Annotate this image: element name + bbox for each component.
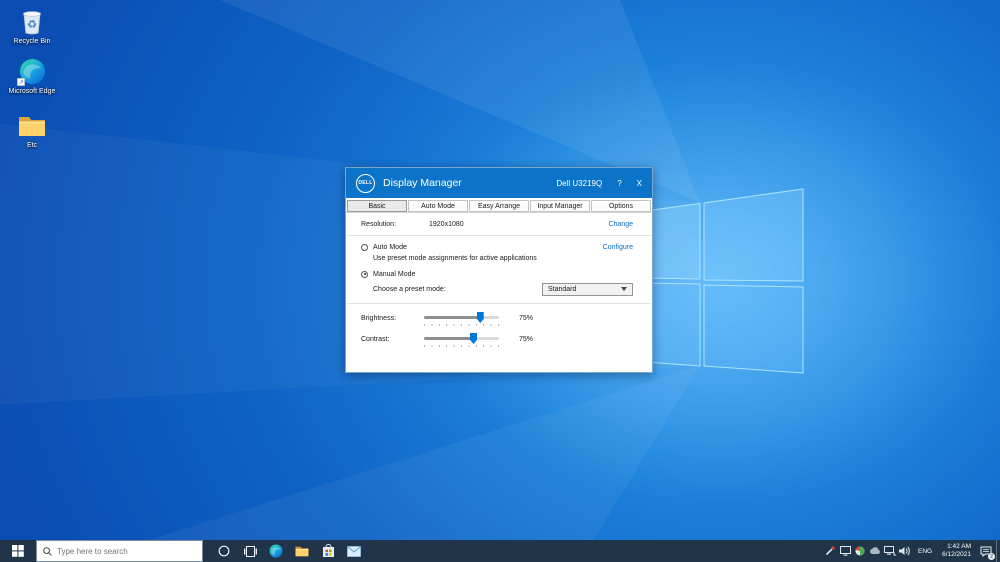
start-button[interactable] bbox=[0, 540, 36, 562]
manual-mode-label: Manual Mode bbox=[373, 271, 415, 278]
preset-row: Choose a preset mode: Standard bbox=[373, 282, 633, 296]
contrast-label: Contrast: bbox=[361, 334, 424, 355]
contrast-slider[interactable] bbox=[424, 337, 499, 355]
cortana-icon bbox=[218, 545, 230, 557]
pen-tray-button[interactable] bbox=[824, 540, 837, 562]
manual-mode-radio[interactable] bbox=[361, 271, 368, 278]
file-explorer-icon bbox=[295, 545, 309, 557]
desktop-icon-label: Etc bbox=[6, 142, 58, 150]
desktop-icon-etc-folder[interactable]: Etc bbox=[6, 110, 58, 150]
clock[interactable]: 1:42 AM 6/12/2021 bbox=[937, 543, 976, 559]
volume-icon bbox=[899, 546, 911, 556]
slider-handle[interactable] bbox=[470, 333, 477, 344]
window-titlebar[interactable]: DELL Display Manager Dell U3219Q ? X bbox=[346, 168, 652, 198]
tab-bar: Basic Auto Mode Easy Arrange Input Manag… bbox=[346, 198, 652, 213]
help-button[interactable]: ? bbox=[617, 179, 621, 188]
task-view-button[interactable] bbox=[237, 540, 263, 562]
auto-mode-description: Use preset mode assignments for active a… bbox=[373, 255, 633, 262]
svg-text:♻: ♻ bbox=[27, 19, 37, 31]
slider-ticks bbox=[424, 324, 499, 326]
manual-mode-row: Manual Mode bbox=[361, 269, 633, 279]
network-icon bbox=[884, 546, 896, 556]
network-tray-button[interactable] bbox=[884, 540, 897, 562]
window-title: Display Manager bbox=[383, 177, 462, 189]
desktop-icon-recycle-bin[interactable]: ♻ Recycle Bin bbox=[6, 6, 58, 46]
tab-basic[interactable]: Basic bbox=[347, 200, 407, 212]
taskbar-search[interactable] bbox=[36, 540, 203, 562]
edge-icon bbox=[269, 544, 283, 558]
display-tray-button[interactable] bbox=[839, 540, 852, 562]
contrast-value: 75% bbox=[519, 334, 533, 355]
preset-prompt: Choose a preset mode: bbox=[373, 286, 446, 293]
brightness-row: Brightness: 75% bbox=[361, 313, 633, 334]
slider-handle[interactable] bbox=[477, 312, 484, 323]
search-input[interactable] bbox=[57, 547, 196, 556]
recycle-bin-icon: ♻ bbox=[19, 6, 45, 36]
file-explorer-button[interactable] bbox=[289, 540, 315, 562]
desktop-icon-microsoft-edge[interactable]: ↗ Microsoft Edge bbox=[6, 56, 58, 96]
auto-mode-label: Auto Mode bbox=[373, 244, 407, 251]
tab-easy-arrange[interactable]: Easy Arrange bbox=[469, 200, 529, 212]
clock-date: 6/12/2021 bbox=[942, 551, 971, 559]
slider-section: Brightness: 75% Contrast: 75% bbox=[346, 304, 652, 355]
action-center-button[interactable]: 2 bbox=[976, 540, 996, 562]
windows-start-icon bbox=[12, 545, 24, 557]
resolution-value: 1920x1080 bbox=[429, 221, 464, 228]
preset-selected-value: Standard bbox=[548, 286, 576, 293]
taskbar: ENG 1:42 AM 6/12/2021 2 bbox=[0, 540, 1000, 562]
slider-track[interactable] bbox=[424, 337, 499, 340]
tab-options[interactable]: Options bbox=[591, 200, 651, 212]
notification-badge: 2 bbox=[988, 553, 995, 560]
mail-button[interactable] bbox=[341, 540, 367, 562]
brightness-label: Brightness: bbox=[361, 313, 424, 334]
security-tray-button[interactable] bbox=[854, 540, 867, 562]
chevron-down-icon bbox=[621, 287, 627, 291]
change-link[interactable]: Change bbox=[608, 221, 633, 228]
microsoft-store-icon bbox=[322, 544, 335, 558]
onedrive-tray-button[interactable] bbox=[869, 540, 882, 562]
microsoft-store-button[interactable] bbox=[315, 540, 341, 562]
resolution-row: Resolution: 1920x1080 Change bbox=[346, 213, 652, 235]
close-button[interactable]: X bbox=[637, 179, 642, 188]
folder-icon bbox=[18, 114, 46, 137]
resolution-label: Resolution: bbox=[361, 221, 429, 228]
desktop-icon-label: Recycle Bin bbox=[6, 38, 58, 46]
slider-track[interactable] bbox=[424, 316, 499, 319]
system-tray: ENG 1:42 AM 6/12/2021 2 bbox=[823, 540, 1000, 562]
contrast-row: Contrast: 75% bbox=[361, 334, 633, 355]
monitor-model-label: Dell U3219Q bbox=[556, 179, 602, 188]
desktop-icon-label: Microsoft Edge bbox=[6, 88, 58, 96]
cortana-button[interactable] bbox=[211, 540, 237, 562]
slider-ticks bbox=[424, 345, 499, 347]
display-icon bbox=[840, 546, 851, 556]
show-desktop-button[interactable] bbox=[996, 540, 1000, 562]
brightness-slider[interactable] bbox=[424, 316, 499, 334]
shortcut-arrow-icon: ↗ bbox=[17, 78, 25, 86]
edge-taskbar-button[interactable] bbox=[263, 540, 289, 562]
mail-icon bbox=[347, 546, 361, 557]
volume-tray-button[interactable] bbox=[899, 540, 912, 562]
tab-auto-mode[interactable]: Auto Mode bbox=[408, 200, 468, 212]
auto-mode-row: Auto Mode Configure bbox=[361, 242, 633, 252]
language-indicator[interactable]: ENG bbox=[913, 548, 937, 555]
basic-tab-content: Resolution: 1920x1080 Change Auto Mode C… bbox=[346, 213, 652, 355]
configure-link[interactable]: Configure bbox=[603, 244, 633, 251]
search-icon bbox=[43, 547, 52, 556]
brightness-value: 75% bbox=[519, 313, 533, 334]
task-view-icon bbox=[244, 546, 257, 557]
mode-section: Auto Mode Configure Use preset mode assi… bbox=[346, 236, 652, 303]
clock-time: 1:42 AM bbox=[942, 543, 971, 551]
onedrive-cloud-icon bbox=[869, 547, 881, 555]
security-status-icon bbox=[855, 546, 865, 556]
pen-icon bbox=[825, 546, 835, 556]
dell-display-manager-window: DELL Display Manager Dell U3219Q ? X Bas… bbox=[345, 167, 653, 373]
auto-mode-radio[interactable] bbox=[361, 244, 368, 251]
tab-input-manager[interactable]: Input Manager bbox=[530, 200, 590, 212]
preset-mode-select[interactable]: Standard bbox=[542, 283, 633, 296]
dell-logo: DELL bbox=[356, 174, 375, 193]
